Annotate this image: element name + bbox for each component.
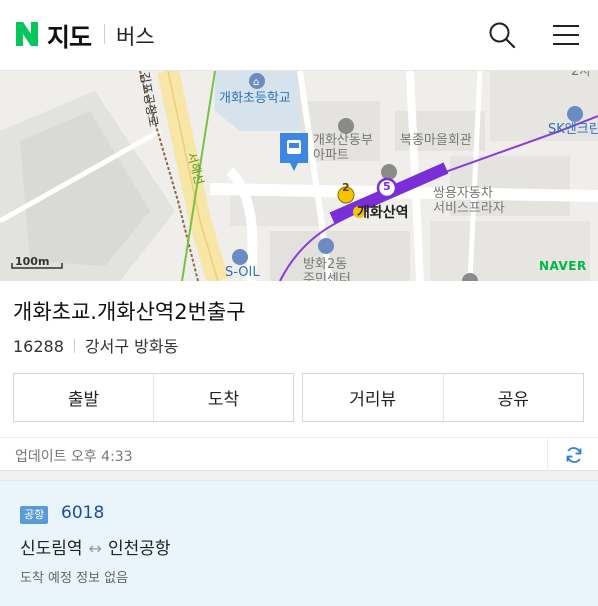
section-divider (0, 471, 598, 480)
map-label-corner: 2차 (571, 71, 592, 79)
depart-button[interactable]: 출발 (14, 374, 153, 421)
exit-badge-2: 2 (342, 181, 350, 194)
map-label-school: 개화초등학교 (219, 91, 291, 106)
map-label-soil: S-OIL (225, 265, 260, 280)
stop-id: 16288 (13, 337, 64, 356)
bus-arrival-info: 도착 예정 정보 없음 (20, 571, 129, 586)
header: 지도 버스 (0, 0, 598, 71)
naver-watermark: NAVER (539, 259, 587, 273)
svg-text:⌂: ⌂ (253, 77, 259, 88)
extra-button-group: 거리뷰 공유 (302, 373, 584, 422)
streetview-button[interactable]: 거리뷰 (303, 374, 443, 421)
route-button-group: 출발 도착 (13, 373, 294, 422)
map-label-service: 쌍용자동차 서비스프라자 (433, 186, 505, 216)
bus-route-to: 인천공항 (107, 539, 171, 559)
hamburger-menu-icon (553, 25, 579, 45)
update-time: 업데이트 오후 4:33 (15, 449, 133, 465)
stop-info-divider (73, 339, 75, 353)
search-button[interactable] (486, 19, 518, 51)
section-title: 버스 (116, 25, 155, 49)
menu-button[interactable] (550, 20, 582, 52)
stop-info: 16288 강서구 방화동 (13, 333, 178, 357)
search-icon (489, 22, 516, 49)
app-title[interactable]: 지도 (47, 18, 92, 54)
exit-badge-5: 5 (383, 180, 391, 193)
bus-type-badge: 공항 (20, 506, 49, 524)
naver-logo-icon[interactable] (13, 20, 41, 48)
bus-route-from: 신도림역 (20, 539, 83, 559)
map-label-hall: 복종마을회관 (400, 133, 472, 148)
title-divider (104, 24, 105, 44)
map-canvas: ⌂ (0, 71, 598, 281)
arrive-button[interactable]: 도착 (153, 374, 293, 421)
map-label-apt: 개화산동부 아파트 (313, 133, 373, 163)
share-button[interactable]: 공유 (442, 374, 584, 421)
refresh-button[interactable] (547, 438, 598, 471)
bus-list-item[interactable]: 공항 6018 신도림역 ↔ 인천공항 도착 예정 정보 없음 (0, 480, 598, 606)
map-scale-label: 100m (15, 255, 50, 268)
refresh-icon (566, 447, 582, 463)
bidirectional-arrow-icon: ↔ (88, 539, 102, 558)
bus-number[interactable]: 6018 (61, 503, 104, 523)
map-label-community: 방화2동 주민센터 (303, 257, 351, 281)
bus-route: 신도림역 ↔ 인천공항 (20, 534, 171, 559)
stop-district: 강서구 방화동 (84, 337, 179, 356)
map-label-station[interactable]: 개화산역 (357, 205, 409, 221)
map-label-sk: SK엔크린 (548, 122, 598, 137)
update-bar: 업데이트 오후 4:33 (0, 437, 598, 471)
map-view[interactable]: ⌂ 2 5 개화초등학교 개화산동부 아파트 복종마을회관 SK엔크린 개화산역… (0, 71, 598, 281)
stop-name: 개화초교.개화산역2번출구 (13, 300, 246, 324)
